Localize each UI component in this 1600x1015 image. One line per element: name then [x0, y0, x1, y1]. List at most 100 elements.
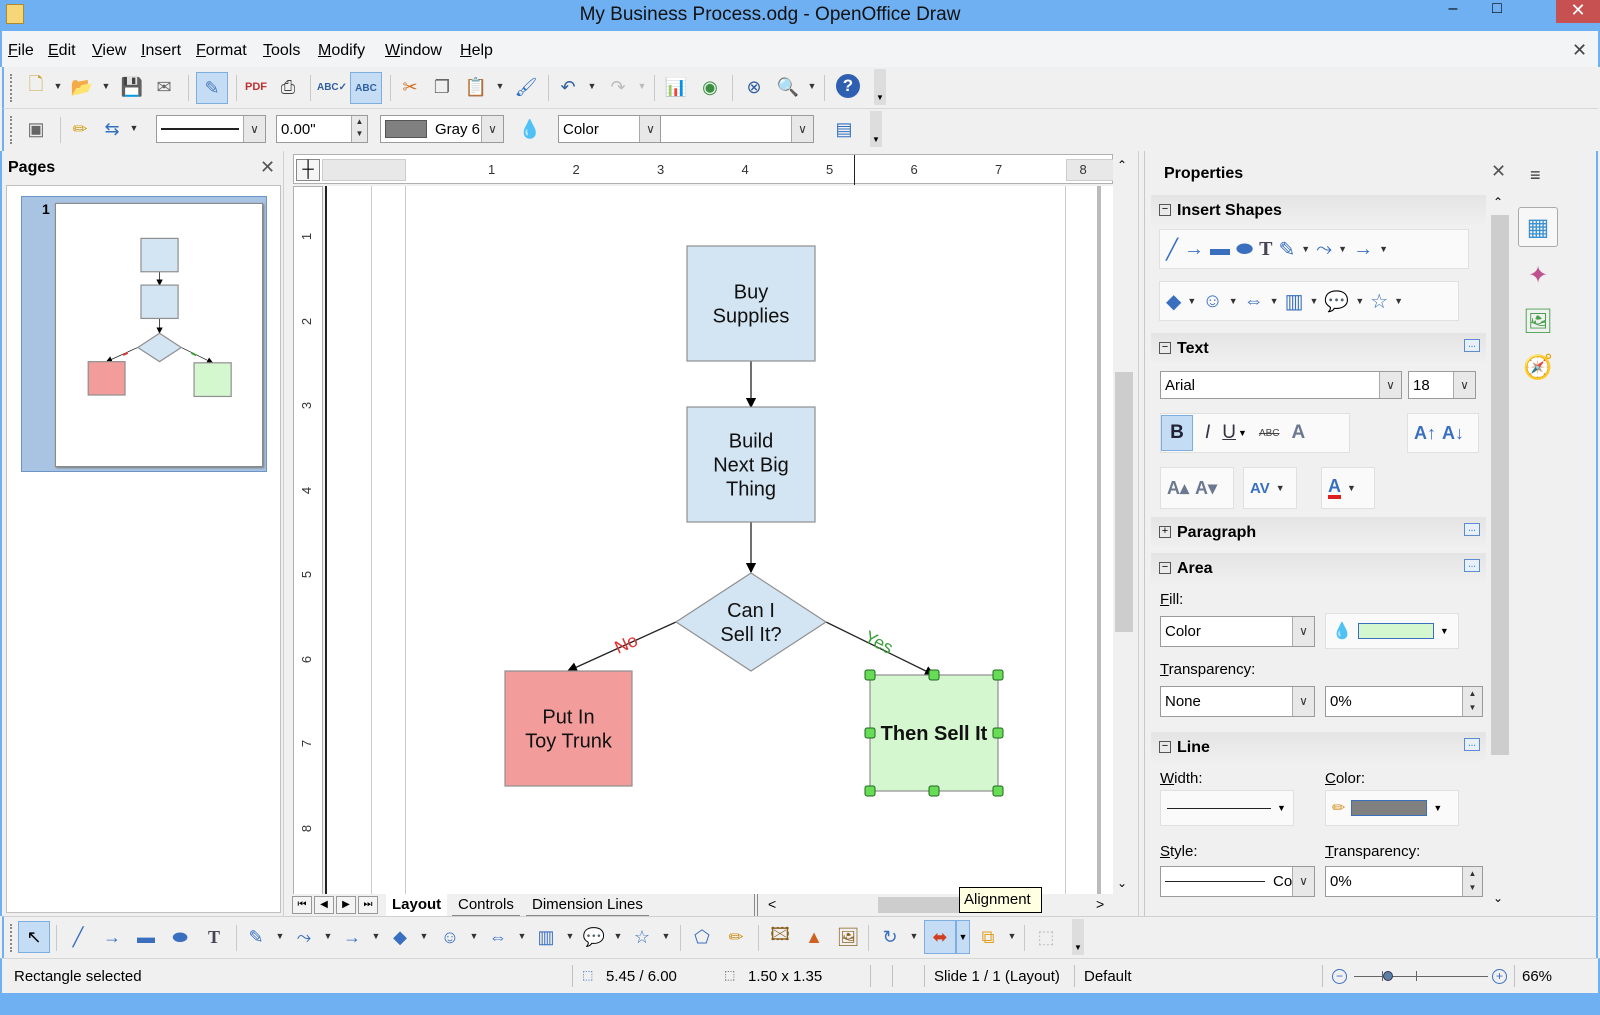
line-tool-icon[interactable]: ╱ [1166, 237, 1178, 262]
scroll-up-icon[interactable]: ⌃ [1493, 195, 1503, 209]
line-color-select[interactable]: Gray 6 ∨ [380, 115, 504, 143]
callouts-icon[interactable]: 💬 [1324, 289, 1349, 314]
zoom-dropdown-icon[interactable]: ▼ [806, 81, 818, 91]
font-color-icon[interactable]: A [1328, 477, 1341, 499]
dropdown-icon[interactable]: ▼ [1238, 428, 1247, 438]
section-paragraph[interactable]: + Paragraph … [1151, 517, 1486, 549]
dropdown-icon[interactable]: ▼ [322, 931, 334, 941]
chevron-down-icon[interactable]: ∨ [243, 116, 265, 142]
selection-handle[interactable] [992, 727, 1004, 739]
connector-tool-icon[interactable]: ⤳ [290, 923, 318, 951]
dropdown-icon[interactable]: ▼ [418, 931, 430, 941]
more-options-icon[interactable]: … [1464, 738, 1480, 751]
shape-buy[interactable] [686, 245, 816, 362]
dropdown-icon[interactable]: ▼ [1379, 244, 1388, 254]
dropdown-icon[interactable]: ▼ [1277, 803, 1286, 813]
selection-handle[interactable] [864, 727, 876, 739]
paste-dropdown-icon[interactable]: ▼ [494, 81, 506, 91]
stars-icon[interactable]: ☆ [1370, 289, 1388, 314]
properties-scroll-thumb[interactable] [1491, 215, 1509, 755]
font-name-select[interactable]: Arial ∨ [1160, 371, 1402, 399]
area-style-select[interactable]: Color ∨ [558, 115, 662, 143]
dropdown-icon[interactable]: ▼ [564, 931, 576, 941]
chevron-down-icon[interactable]: ∨ [1379, 372, 1401, 398]
increase-font-icon[interactable]: A▴ [1167, 478, 1189, 499]
dropdown-icon[interactable]: ▼ [1301, 244, 1310, 254]
drawing-canvas[interactable]: Buy Supplies Build Next Big Thing Put In Toy T… [325, 186, 1113, 894]
dropdown-icon[interactable]: ▼ [1338, 244, 1347, 254]
scroll-down-icon[interactable]: ⌄ [1493, 891, 1503, 905]
section-text[interactable]: − Text … [1151, 333, 1486, 365]
selection-handle[interactable] [928, 669, 940, 681]
properties-deck-icon[interactable]: ▦ [1518, 207, 1558, 247]
chevron-down-icon[interactable]: ∨ [1292, 617, 1314, 646]
menu-view[interactable]: View [92, 42, 126, 60]
gallery-deck-icon[interactable]: 🖼 [1518, 301, 1558, 341]
menu-file[interactable]: File [8, 42, 34, 60]
strikethrough-icon[interactable]: ABC [1259, 428, 1280, 439]
shadow-icon[interactable]: ▤ [830, 115, 858, 143]
fontwork-icon[interactable]: ◉ [696, 73, 724, 101]
more-options-icon[interactable]: … [1464, 523, 1480, 536]
next-tab-icon[interactable]: ▶ [336, 896, 356, 914]
dropdown-icon[interactable]: ▼ [274, 931, 286, 941]
save-icon[interactable]: 💾 [118, 73, 146, 101]
more-options-icon[interactable]: … [1464, 559, 1480, 572]
arrow-tool-icon[interactable]: → [1184, 238, 1204, 261]
zoom-in-icon[interactable]: + [1492, 969, 1507, 984]
arrow-tool-icon[interactable]: → [98, 923, 126, 951]
first-tab-icon[interactable]: ⏮ [292, 896, 312, 914]
callouts-icon[interactable]: 💬 [580, 923, 608, 951]
arrange-icon[interactable]: ⧉ [974, 923, 1002, 951]
menu-format[interactable]: Format [196, 42, 247, 60]
collapse-icon[interactable]: − [1159, 741, 1171, 753]
scroll-left-icon[interactable]: < [768, 896, 776, 912]
page-thumbnail[interactable] [55, 203, 263, 467]
arrow-style-dropdown-icon[interactable]: ▼ [128, 123, 140, 133]
fontwork-gallery-icon[interactable]: 🖾 [766, 923, 794, 951]
toolbar-overflow-icon[interactable]: ▼ [1072, 919, 1084, 955]
vertical-ruler[interactable]: 1 2 3 4 5 6 7 8 [293, 186, 323, 896]
close-document-icon[interactable]: ✕ [1572, 40, 1587, 61]
line-color-button[interactable]: ✏ ▼ [1325, 790, 1459, 826]
menu-insert[interactable]: Insert [141, 42, 181, 60]
more-options-icon[interactable]: … [1464, 339, 1480, 352]
print-icon[interactable]: ⎙ [274, 73, 302, 101]
close-pages-panel-icon[interactable]: ✕ [260, 157, 275, 178]
close-properties-icon[interactable]: ✕ [1491, 161, 1506, 182]
edit-file-icon[interactable]: ✎ [196, 72, 228, 104]
alignment-icon[interactable]: ⬌ [924, 920, 956, 954]
autospellcheck-icon[interactable]: ABC [350, 72, 382, 104]
dropdown-icon[interactable]: ▼ [370, 931, 382, 941]
flowchart-icon[interactable]: ▥ [532, 923, 560, 951]
fill-type-select[interactable]: Color ∨ [1160, 616, 1315, 647]
dropdown-icon[interactable]: ▼ [516, 931, 528, 941]
dropdown-icon[interactable]: ▼ [1433, 803, 1442, 813]
selection-handle[interactable] [864, 669, 876, 681]
selection-handle[interactable] [864, 785, 876, 797]
rotate-icon[interactable]: ↻ [876, 923, 904, 951]
new-dropdown-icon[interactable]: ▼ [52, 81, 64, 91]
vertical-scroll-thumb[interactable] [1115, 372, 1133, 632]
points-icon[interactable]: ⬠ [688, 923, 716, 951]
selection-handle[interactable] [992, 785, 1004, 797]
italic-icon[interactable]: I [1205, 422, 1210, 444]
section-line[interactable]: − Line … [1151, 732, 1486, 764]
area-value-select[interactable]: ∨ [660, 115, 814, 143]
dropdown-icon[interactable]: ▼ [612, 931, 624, 941]
connector-yes[interactable] [181, 347, 214, 364]
ellipse-tool-icon[interactable]: ⬬ [166, 923, 194, 951]
chevron-down-icon[interactable]: ∨ [1453, 372, 1475, 398]
curve-tool-icon[interactable]: ✎ [1278, 237, 1295, 262]
lines-arrows-icon[interactable]: → [338, 923, 366, 951]
horizontal-ruler[interactable]: ┼ 1 2 3 4 5 6 7 8 [293, 154, 1114, 185]
shape-decision[interactable] [136, 332, 183, 363]
chevron-down-icon[interactable]: ∨ [1292, 867, 1314, 896]
collapse-icon[interactable]: − [1159, 342, 1171, 354]
stars-icon[interactable]: ☆ [628, 923, 656, 951]
selection-handle[interactable] [992, 669, 1004, 681]
zoom-slider[interactable] [1354, 971, 1488, 981]
bold-icon[interactable]: B [1161, 415, 1193, 451]
dropdown-icon[interactable]: ▼ [1229, 296, 1238, 306]
scroll-down-icon[interactable]: ⌄ [1117, 876, 1127, 890]
